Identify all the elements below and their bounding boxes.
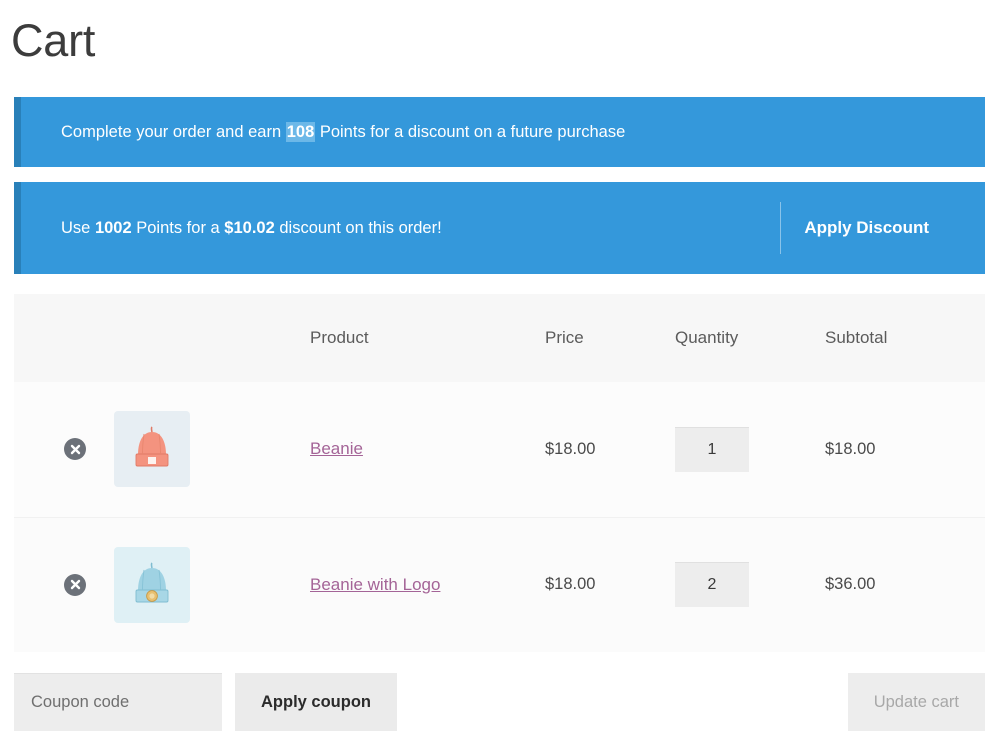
cart-actions-bar: Apply coupon Update cart [14, 673, 985, 731]
cell-product: Beanie [310, 382, 545, 517]
beanie-thumbnail[interactable] [114, 411, 190, 488]
product-link[interactable]: Beanie with Logo [310, 575, 440, 594]
cell-thumbnail [114, 516, 310, 652]
cell-product: Beanie with Logo [310, 516, 545, 652]
redeem-prefix: Use [61, 219, 95, 237]
earn-points-notice: Complete your order and earn 108 Points … [14, 97, 985, 167]
earn-points-suffix: Points for a discount on a future purcha… [315, 123, 626, 141]
quantity-input[interactable] [675, 562, 749, 608]
redeem-amount-value: $10.02 [224, 219, 275, 237]
remove-item-icon[interactable] [64, 438, 86, 461]
cart-table-body: Beanie $18.00 $18.00 [14, 382, 985, 652]
header-thumbnail [114, 294, 310, 382]
table-row: Beanie $18.00 $18.00 [14, 382, 985, 517]
redeem-points-notice: Use 1002 Points for a $10.02 discount on… [14, 182, 985, 274]
cell-remove [14, 516, 114, 652]
header-subtotal: Subtotal [825, 294, 985, 382]
earn-points-text: Complete your order and earn 108 Points … [21, 121, 625, 143]
quantity-input[interactable] [675, 426, 749, 472]
cell-price: $18.00 [545, 516, 675, 652]
cell-price: $18.00 [545, 382, 675, 517]
redeem-points-value: 1002 [94, 219, 132, 237]
header-quantity: Quantity [675, 294, 825, 382]
apply-coupon-button[interactable]: Apply coupon [235, 673, 397, 731]
cell-subtotal: $36.00 [825, 516, 985, 652]
product-link[interactable]: Beanie [310, 439, 363, 458]
page-title: Cart [11, 15, 96, 66]
cell-thumbnail [114, 382, 310, 517]
header-price: Price [545, 294, 675, 382]
apply-discount-button[interactable]: Apply Discount [781, 218, 985, 238]
coupon-code-input[interactable] [14, 673, 222, 731]
table-row: Beanie with Logo $18.00 $36.00 [14, 516, 985, 652]
cell-remove [14, 382, 114, 517]
cart-page: Cart Complete your order and earn 108 Po… [0, 0, 1000, 743]
remove-item-icon[interactable] [64, 573, 86, 596]
cell-subtotal: $18.00 [825, 382, 985, 517]
earn-points-value: 108 [285, 122, 316, 142]
cell-quantity [675, 516, 825, 652]
beanie-with-logo-thumbnail[interactable] [114, 546, 190, 623]
earn-points-prefix: Complete your order and earn [61, 123, 286, 141]
header-remove [14, 294, 114, 382]
redeem-middle: Points for a [131, 219, 225, 237]
apply-discount-wrapper: Apply Discount [780, 182, 985, 274]
cell-quantity [675, 382, 825, 517]
header-product: Product [310, 294, 545, 382]
actions-spacer [397, 673, 848, 731]
redeem-points-text: Use 1002 Points for a $10.02 discount on… [21, 217, 780, 239]
cart-table-header: Product Price Quantity Subtotal [14, 294, 985, 382]
redeem-suffix: discount on this order! [274, 219, 442, 237]
table-header-row: Product Price Quantity Subtotal [14, 294, 985, 382]
cart-table: Product Price Quantity Subtotal Beanie $… [14, 294, 985, 652]
update-cart-button[interactable]: Update cart [847, 673, 985, 731]
